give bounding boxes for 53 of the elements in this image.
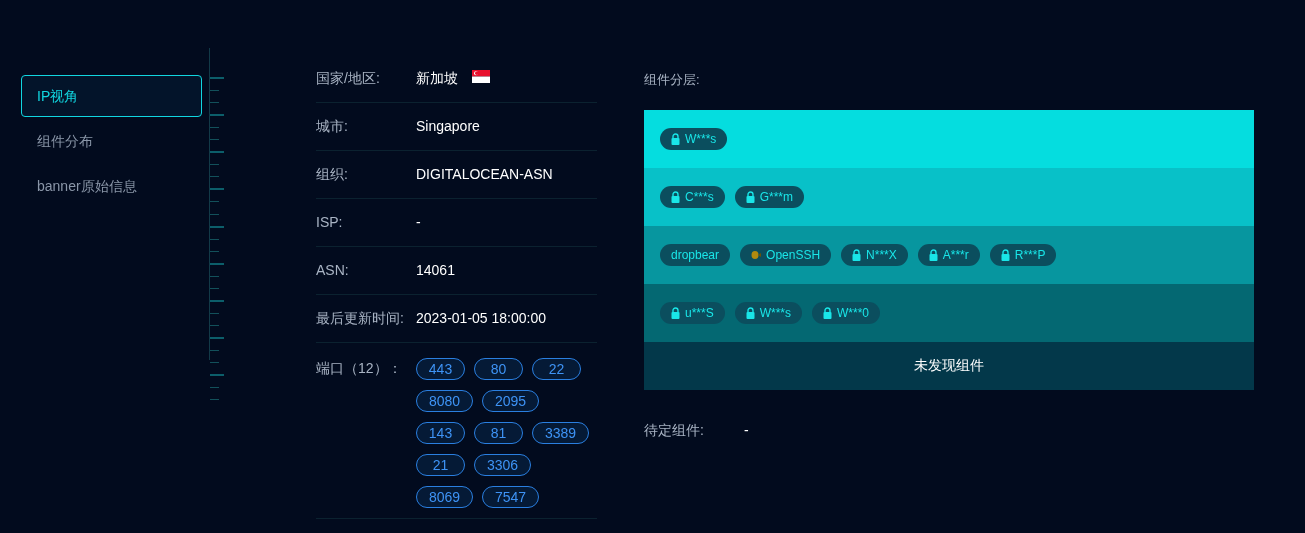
- fish-icon: [751, 249, 762, 260]
- lock-icon: [852, 248, 862, 261]
- field-value: 14061: [416, 261, 455, 280]
- lock-icon: [671, 190, 680, 203]
- port-tag[interactable]: 80: [474, 358, 523, 380]
- component-chip[interactable]: dropbear: [660, 243, 731, 266]
- port-tag[interactable]: 143: [416, 422, 465, 444]
- lock-icon: [745, 306, 755, 319]
- port-tag[interactable]: 2095: [482, 390, 539, 412]
- lock-icon: [1000, 248, 1010, 261]
- lock-icon: [671, 132, 680, 145]
- sidebar-tab[interactable]: 组件分布: [21, 120, 202, 162]
- port-tag[interactable]: 8080: [416, 390, 473, 412]
- field-label: 组织:: [316, 165, 349, 184]
- field-value: DIGITALOCEAN-ASN: [416, 165, 553, 184]
- component-chip[interactable]: A***r: [917, 243, 980, 266]
- field-value: 新加坡: [416, 69, 458, 88]
- component-chip[interactable]: G***m: [734, 185, 805, 208]
- port-tag[interactable]: 3389: [532, 422, 589, 444]
- field-value: -: [744, 420, 749, 440]
- component-chip[interactable]: N***X: [841, 243, 908, 266]
- lock-icon: [745, 190, 755, 203]
- component-chip[interactable]: W***s: [660, 127, 728, 150]
- port-tag[interactable]: 22: [532, 358, 581, 380]
- sidebar-tab[interactable]: IP视角: [21, 75, 202, 117]
- section-title: 组件分层:: [644, 71, 701, 89]
- field-value: 2023-01-05 18:00:00: [416, 309, 546, 328]
- lock-icon: [823, 306, 833, 319]
- lock-icon: [928, 248, 938, 261]
- port-tag[interactable]: 443: [416, 358, 465, 380]
- lock-icon: [671, 306, 680, 319]
- empty-message: 未发现组件: [914, 356, 984, 375]
- component-chip[interactable]: u***S: [660, 301, 725, 324]
- port-tag[interactable]: 21: [416, 454, 465, 476]
- component-chip[interactable]: W***s: [734, 301, 803, 324]
- field-label: ISP:: [316, 213, 344, 232]
- port-tag[interactable]: 3306: [474, 454, 531, 476]
- field-value: -: [416, 213, 421, 232]
- field-label: ASN:: [316, 261, 350, 280]
- port-tag[interactable]: 7547: [482, 486, 539, 508]
- field-label: 端口（12）：: [316, 359, 403, 378]
- component-chip[interactable]: W***0: [812, 301, 881, 324]
- component-chip[interactable]: OpenSSH: [740, 243, 832, 266]
- component-chip[interactable]: R***P: [989, 243, 1057, 266]
- field-label: 城市:: [316, 117, 349, 136]
- field-label: 国家/地区:: [316, 69, 381, 88]
- field-label: 待定组件:: [644, 420, 705, 440]
- sidebar-tab[interactable]: banner原始信息: [21, 165, 202, 207]
- port-tag[interactable]: 81: [474, 422, 523, 444]
- field-value: Singapore: [416, 117, 480, 136]
- field-label: 最后更新时间:: [316, 309, 405, 328]
- component-chip[interactable]: C***s: [660, 185, 725, 208]
- port-tag[interactable]: 8069: [416, 486, 473, 508]
